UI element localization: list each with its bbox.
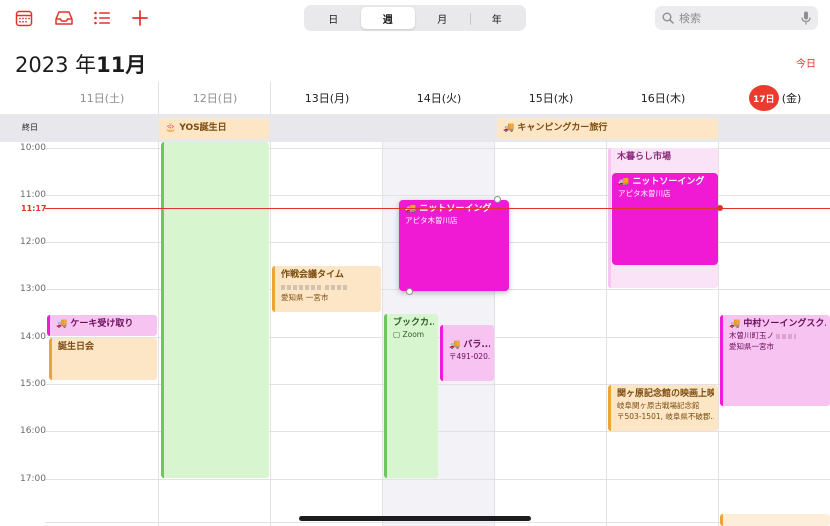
- title-year: 2023 年: [15, 53, 97, 77]
- today-date-badge: 17日: [748, 85, 779, 111]
- day-header-sun[interactable]: 12日(日): [159, 82, 271, 114]
- event-birthday-party[interactable]: 誕生日会: [49, 338, 157, 380]
- hour-line: [45, 479, 830, 480]
- hour-label: 10:00: [20, 143, 46, 153]
- event-location-redacted: [281, 281, 377, 292]
- column-divider: [382, 142, 383, 526]
- microphone-icon[interactable]: [801, 11, 811, 25]
- resize-handle-top[interactable]: [494, 196, 501, 203]
- tab-day[interactable]: 日: [306, 7, 361, 29]
- home-indicator[interactable]: [299, 516, 531, 521]
- event-book[interactable]: ブックカ... ▢ Zoom: [384, 314, 438, 478]
- day-header-thu[interactable]: 16日(木): [607, 82, 719, 114]
- day-header: 11日(土) 12日(日) 13日(月) 14日(火) 15日(水) 16日(木…: [0, 82, 830, 114]
- day-header-fri[interactable]: 17日 (金): [719, 82, 830, 114]
- event-next-partial[interactable]: [720, 514, 830, 526]
- week-grid: 10:00 11:00 12:00 13:00 14:00 15:00 16:0…: [0, 142, 830, 526]
- search-field[interactable]: [655, 6, 818, 30]
- hour-line: [45, 522, 830, 523]
- all-day-section: 終日 🎂 YOS誕生日 🚚 キャンピングカー旅行: [0, 114, 830, 142]
- event-bara[interactable]: 🚚 バラ... 〒491-020...: [440, 325, 494, 381]
- header-divider: [270, 82, 271, 114]
- day-header-wed[interactable]: 15日(水): [495, 82, 607, 114]
- current-time-line: [45, 208, 830, 209]
- day-header-mon[interactable]: 13日(月): [271, 82, 383, 114]
- today-weekday: (金): [781, 92, 802, 105]
- add-icon[interactable]: [131, 9, 151, 27]
- tab-week[interactable]: 週: [360, 7, 415, 29]
- day-header-tue[interactable]: 14日(火): [383, 82, 495, 114]
- inbox-icon[interactable]: [54, 9, 74, 27]
- allday-event-birthday[interactable]: 🎂 YOS誕生日: [159, 118, 269, 139]
- all-day-label: 終日: [22, 123, 38, 132]
- hour-label: 12:00: [20, 237, 46, 247]
- column-divider: [270, 142, 271, 526]
- title-month: 11月: [96, 53, 147, 77]
- event-nakamura-sewing[interactable]: 🚚 中村ソーイングスク... 木曽川町玉ノ 愛知県一宮市: [720, 315, 830, 406]
- hour-label: 13:00: [20, 284, 46, 294]
- event-sunday-block[interactable]: [161, 142, 269, 478]
- calendar-icon[interactable]: [15, 9, 35, 27]
- event-knit-sewing-thu[interactable]: 🚚 ニットソーイング アピタ木曽川店: [612, 173, 718, 265]
- list-icon[interactable]: [93, 9, 113, 27]
- today-button[interactable]: 今日: [796, 55, 816, 70]
- event-strategy-meeting[interactable]: 作戦会議タイム 愛知県 一宮市: [272, 266, 381, 312]
- search-input[interactable]: [679, 6, 789, 30]
- day-header-sat[interactable]: 11日(土): [46, 82, 158, 114]
- event-cake-pickup[interactable]: 🚚 ケーキ受け取り: [47, 315, 157, 336]
- page-title: 2023 年11月: [15, 49, 146, 79]
- current-time-label: 11:17: [21, 204, 47, 213]
- event-address-line: 木曽川町玉ノ: [729, 331, 774, 340]
- column-divider: [718, 142, 719, 526]
- event-sekigahara-movie[interactable]: 関ヶ原記念館の映画上映 岐阜関ヶ原古戦場記念館 〒503-1501, 岐阜県不破…: [608, 385, 718, 431]
- resize-handle-bottom[interactable]: [406, 288, 413, 295]
- toolbar: 日 週 月 年: [0, 0, 830, 38]
- column-divider: [158, 142, 159, 526]
- header-divider: [158, 82, 159, 114]
- tab-year[interactable]: 年: [469, 7, 525, 29]
- view-segmented-control: 日 週 月 年: [304, 5, 526, 31]
- hour-label: 14:00: [20, 332, 46, 342]
- current-time-dot: [717, 205, 723, 211]
- hour-label: 11:00: [20, 190, 46, 200]
- tab-month[interactable]: 月: [415, 7, 470, 29]
- hour-label: 16:00: [20, 426, 46, 436]
- search-icon: [662, 12, 674, 24]
- hour-label: 17:00: [20, 474, 46, 484]
- column-divider: [606, 142, 607, 526]
- allday-event-camping[interactable]: 🚚 キャンピングカー旅行: [497, 118, 718, 139]
- event-knit-sewing-tue[interactable]: 🚚 ニットソーイング アピタ木曽川店: [399, 200, 509, 291]
- hour-label: 15:00: [20, 379, 46, 389]
